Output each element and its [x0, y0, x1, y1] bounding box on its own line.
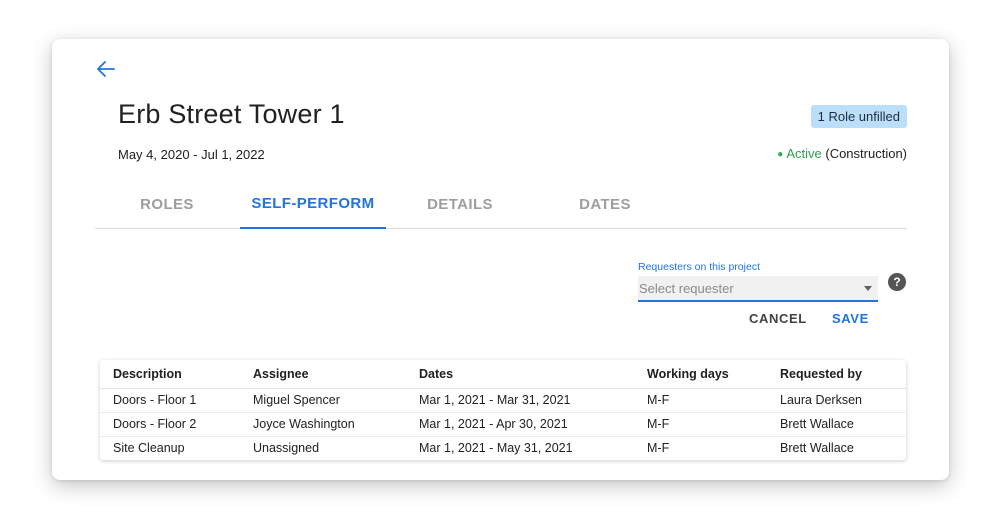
cell-dates: Mar 1, 2021 - May 31, 2021: [419, 441, 573, 456]
tab-self-perform[interactable]: SELF-PERFORM: [240, 179, 386, 229]
back-button[interactable]: [94, 59, 118, 79]
table-header-row: Description Assignee Dates Working days …: [100, 360, 906, 389]
table-row[interactable]: Doors - Floor 2 Joyce Washington Mar 1, …: [100, 412, 906, 437]
cell-requested-by: Brett Wallace: [767, 412, 906, 437]
project-date-range: May 4, 2020 - Jul 1, 2022: [118, 147, 265, 162]
tab-details[interactable]: DETAILS: [408, 179, 512, 229]
column-header-working-days[interactable]: Working days: [634, 360, 767, 389]
cell-description: Doors - Floor 2: [100, 412, 240, 437]
cell-description: Site Cleanup: [113, 441, 185, 456]
requester-select-label: Requesters on this project: [638, 261, 760, 273]
cell-description: Doors - Floor 1: [100, 388, 240, 413]
cell-assignee: Unassigned: [253, 441, 320, 456]
status-phase-label: (Construction): [825, 146, 907, 161]
page-title: Erb Street Tower 1: [118, 99, 345, 129]
table-row[interactable]: Site Cleanup Unassigned Mar 1, 2021 - Ma…: [100, 436, 906, 460]
tab-bar: ROLES SELF-PERFORM DETAILS DATES: [95, 179, 907, 229]
tab-dates[interactable]: DATES: [553, 179, 657, 229]
status-dot-icon: ●: [777, 149, 784, 160]
column-header-dates[interactable]: Dates: [406, 360, 634, 389]
cell-working-days: M-F: [647, 441, 670, 456]
cell-working-days: M-F: [634, 388, 767, 413]
cell-working-days: M-F: [634, 412, 767, 437]
save-button[interactable]: SAVE: [832, 311, 869, 326]
cell-dates: Mar 1, 2021 - Mar 31, 2021: [406, 388, 634, 413]
status-active-label: Active: [786, 146, 822, 161]
cell-requested-by: Laura Derksen: [767, 388, 906, 413]
cancel-button[interactable]: CANCEL: [749, 311, 807, 326]
table-row[interactable]: Doors - Floor 1 Miguel Spencer Mar 1, 20…: [100, 388, 906, 413]
cell-assignee: Miguel Spencer: [240, 388, 406, 413]
role-unfilled-badge[interactable]: 1 Role unfilled: [810, 105, 907, 128]
project-card: Erb Street Tower 1 May 4, 2020 - Jul 1, …: [52, 39, 949, 480]
cell-dates: Mar 1, 2021 - Apr 30, 2021: [406, 412, 634, 437]
requester-select-placeholder: Select requester: [639, 281, 734, 296]
column-header-assignee[interactable]: Assignee: [240, 360, 406, 389]
column-header-requested-by[interactable]: Requested by: [767, 360, 906, 389]
project-status: ● Active (Construction): [777, 146, 907, 161]
self-perform-table: Description Assignee Dates Working days …: [100, 360, 906, 460]
column-header-description[interactable]: Description: [100, 360, 240, 389]
arrow-left-icon: [97, 61, 115, 77]
cell-requested-by: Brett Wallace: [780, 441, 854, 456]
requester-select[interactable]: Select requester: [638, 276, 878, 302]
tab-roles[interactable]: ROLES: [115, 179, 219, 229]
cell-assignee: Joyce Washington: [240, 412, 406, 437]
help-circle-icon[interactable]: ?: [888, 273, 906, 291]
caret-down-icon: [864, 286, 872, 291]
